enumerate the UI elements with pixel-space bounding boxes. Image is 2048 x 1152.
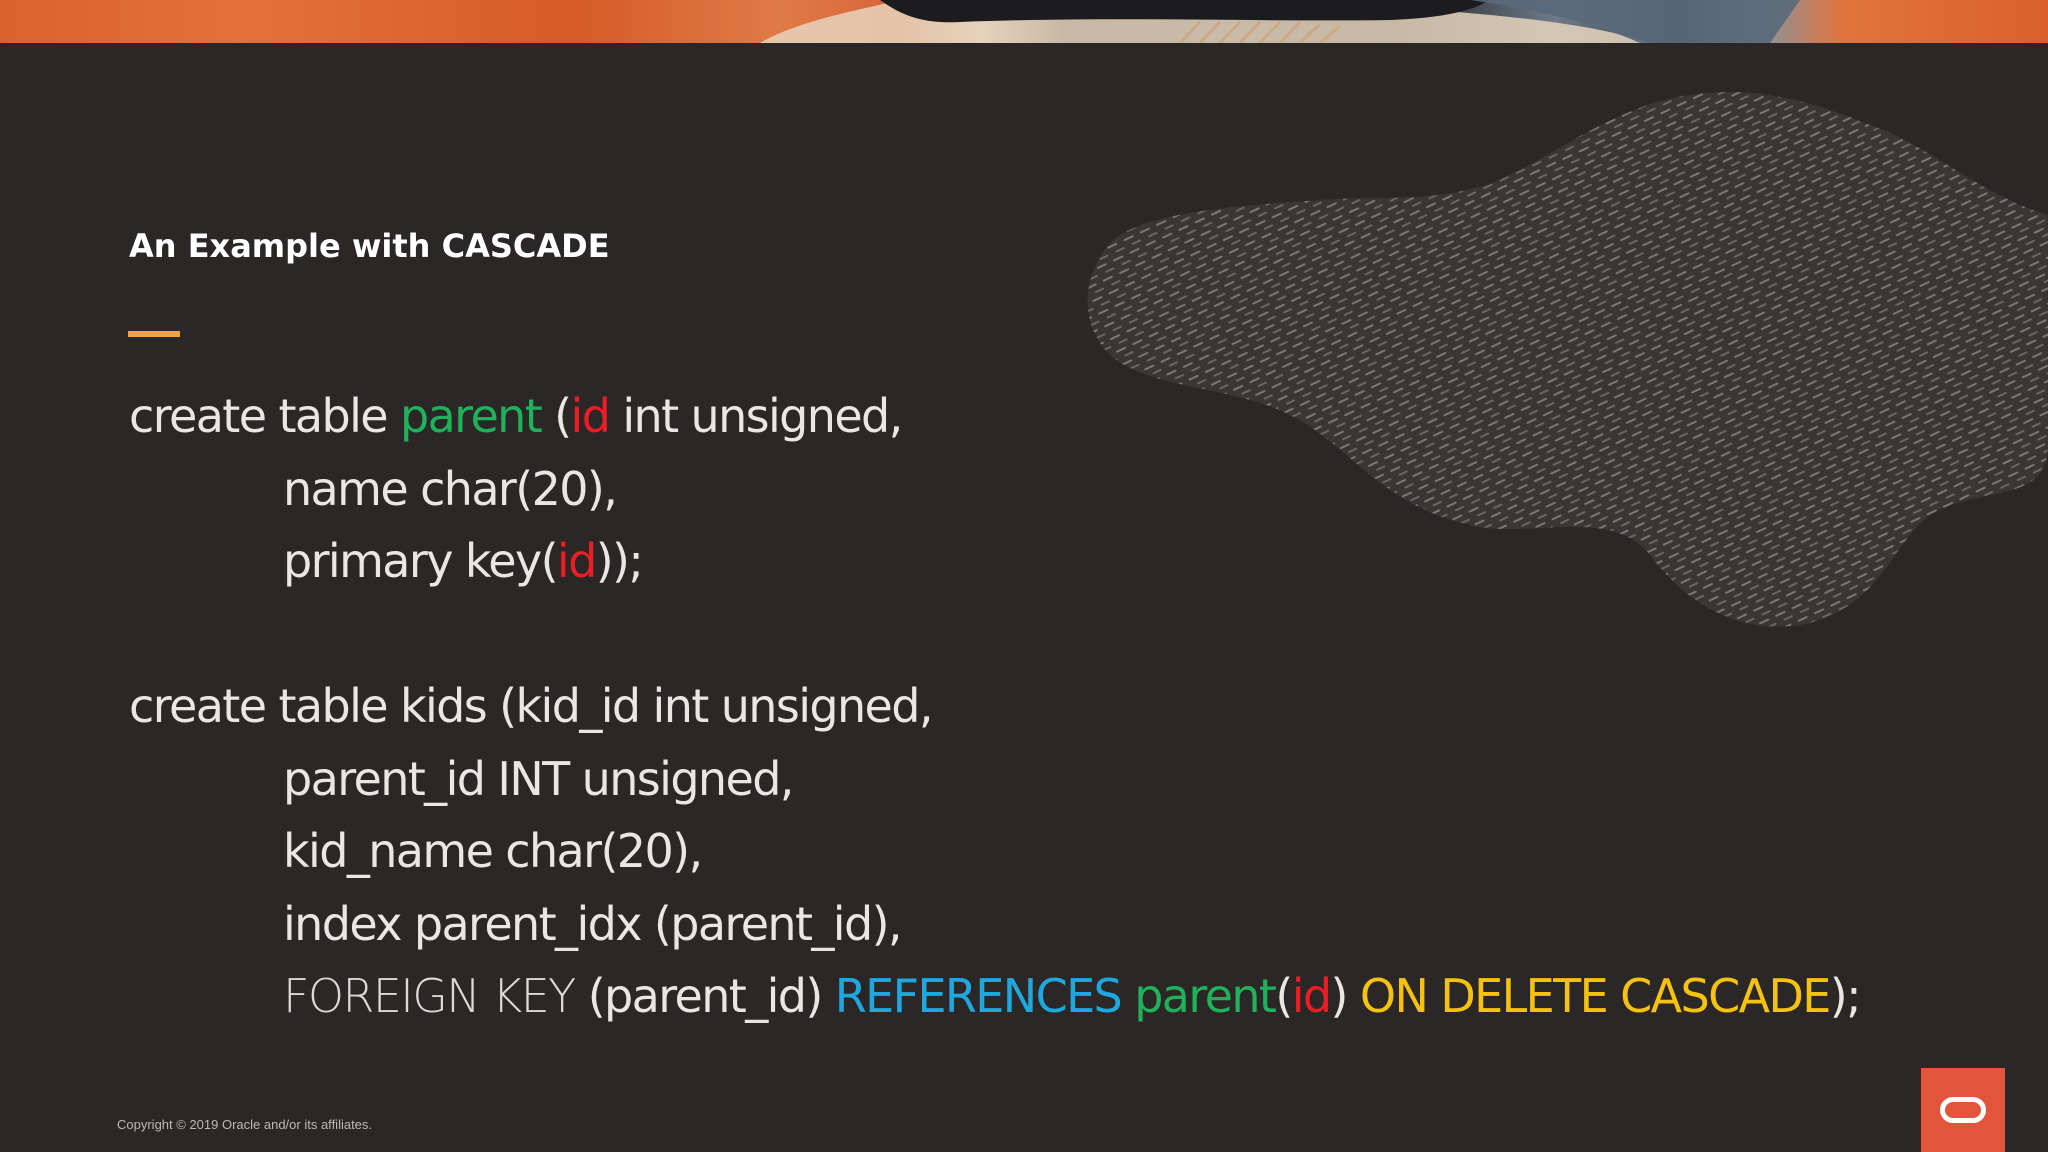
code-keyword-references: REFERENCES xyxy=(834,969,1123,1023)
banner-texture xyxy=(760,0,1800,43)
code-text: ) xyxy=(1330,969,1360,1023)
code-line-6: kid_name char(20), xyxy=(283,824,703,878)
top-decorative-banner xyxy=(0,0,2048,43)
textured-blob-decoration xyxy=(1087,91,2048,627)
code-text: int unsigned, xyxy=(609,389,903,443)
oracle-ring-icon xyxy=(1940,1097,1986,1123)
code-text: create table xyxy=(129,389,400,443)
code-text: ); xyxy=(1829,969,1862,1023)
code-keyword-on-delete-cascade: ON DELETE CASCADE xyxy=(1359,969,1831,1023)
code-table-name: parent xyxy=(399,389,543,443)
code-column-id: id xyxy=(570,389,611,443)
title-accent-bar xyxy=(128,331,180,337)
copyright-notice: Copyright © 2019 Oracle and/or its affil… xyxy=(117,1117,373,1132)
code-line-1: create table parent (id int unsigned, xyxy=(129,380,903,452)
code-text: ( xyxy=(541,389,572,443)
code-line-2: name char(20), xyxy=(283,462,618,516)
code-line-5: parent_id INT unsigned, xyxy=(283,752,794,806)
code-text: (parent_id) xyxy=(574,969,835,1023)
code-text: )); xyxy=(595,534,644,588)
code-line-4: create table kids (kid_id int unsigned, xyxy=(129,679,933,733)
slide-title: An Example with CASCADE xyxy=(129,227,610,265)
code-column-id: id xyxy=(556,534,597,588)
code-table-name: parent xyxy=(1134,969,1277,1023)
code-line-7: index parent_idx (parent_id), xyxy=(283,897,903,951)
code-line-3: primary key(id)); xyxy=(283,525,644,597)
code-keyword-foreign-key: FOREIGN KEY xyxy=(283,969,576,1023)
code-column-id: id xyxy=(1291,969,1332,1023)
code-text: primary key( xyxy=(283,534,559,588)
oracle-logo-icon xyxy=(1921,1068,2005,1152)
slide: An Example with CASCADE create table par… xyxy=(0,0,2048,1152)
code-text: ( xyxy=(1275,969,1293,1023)
code-line-8: FOREIGN KEY (parent_id) REFERENCES paren… xyxy=(283,960,1862,1032)
